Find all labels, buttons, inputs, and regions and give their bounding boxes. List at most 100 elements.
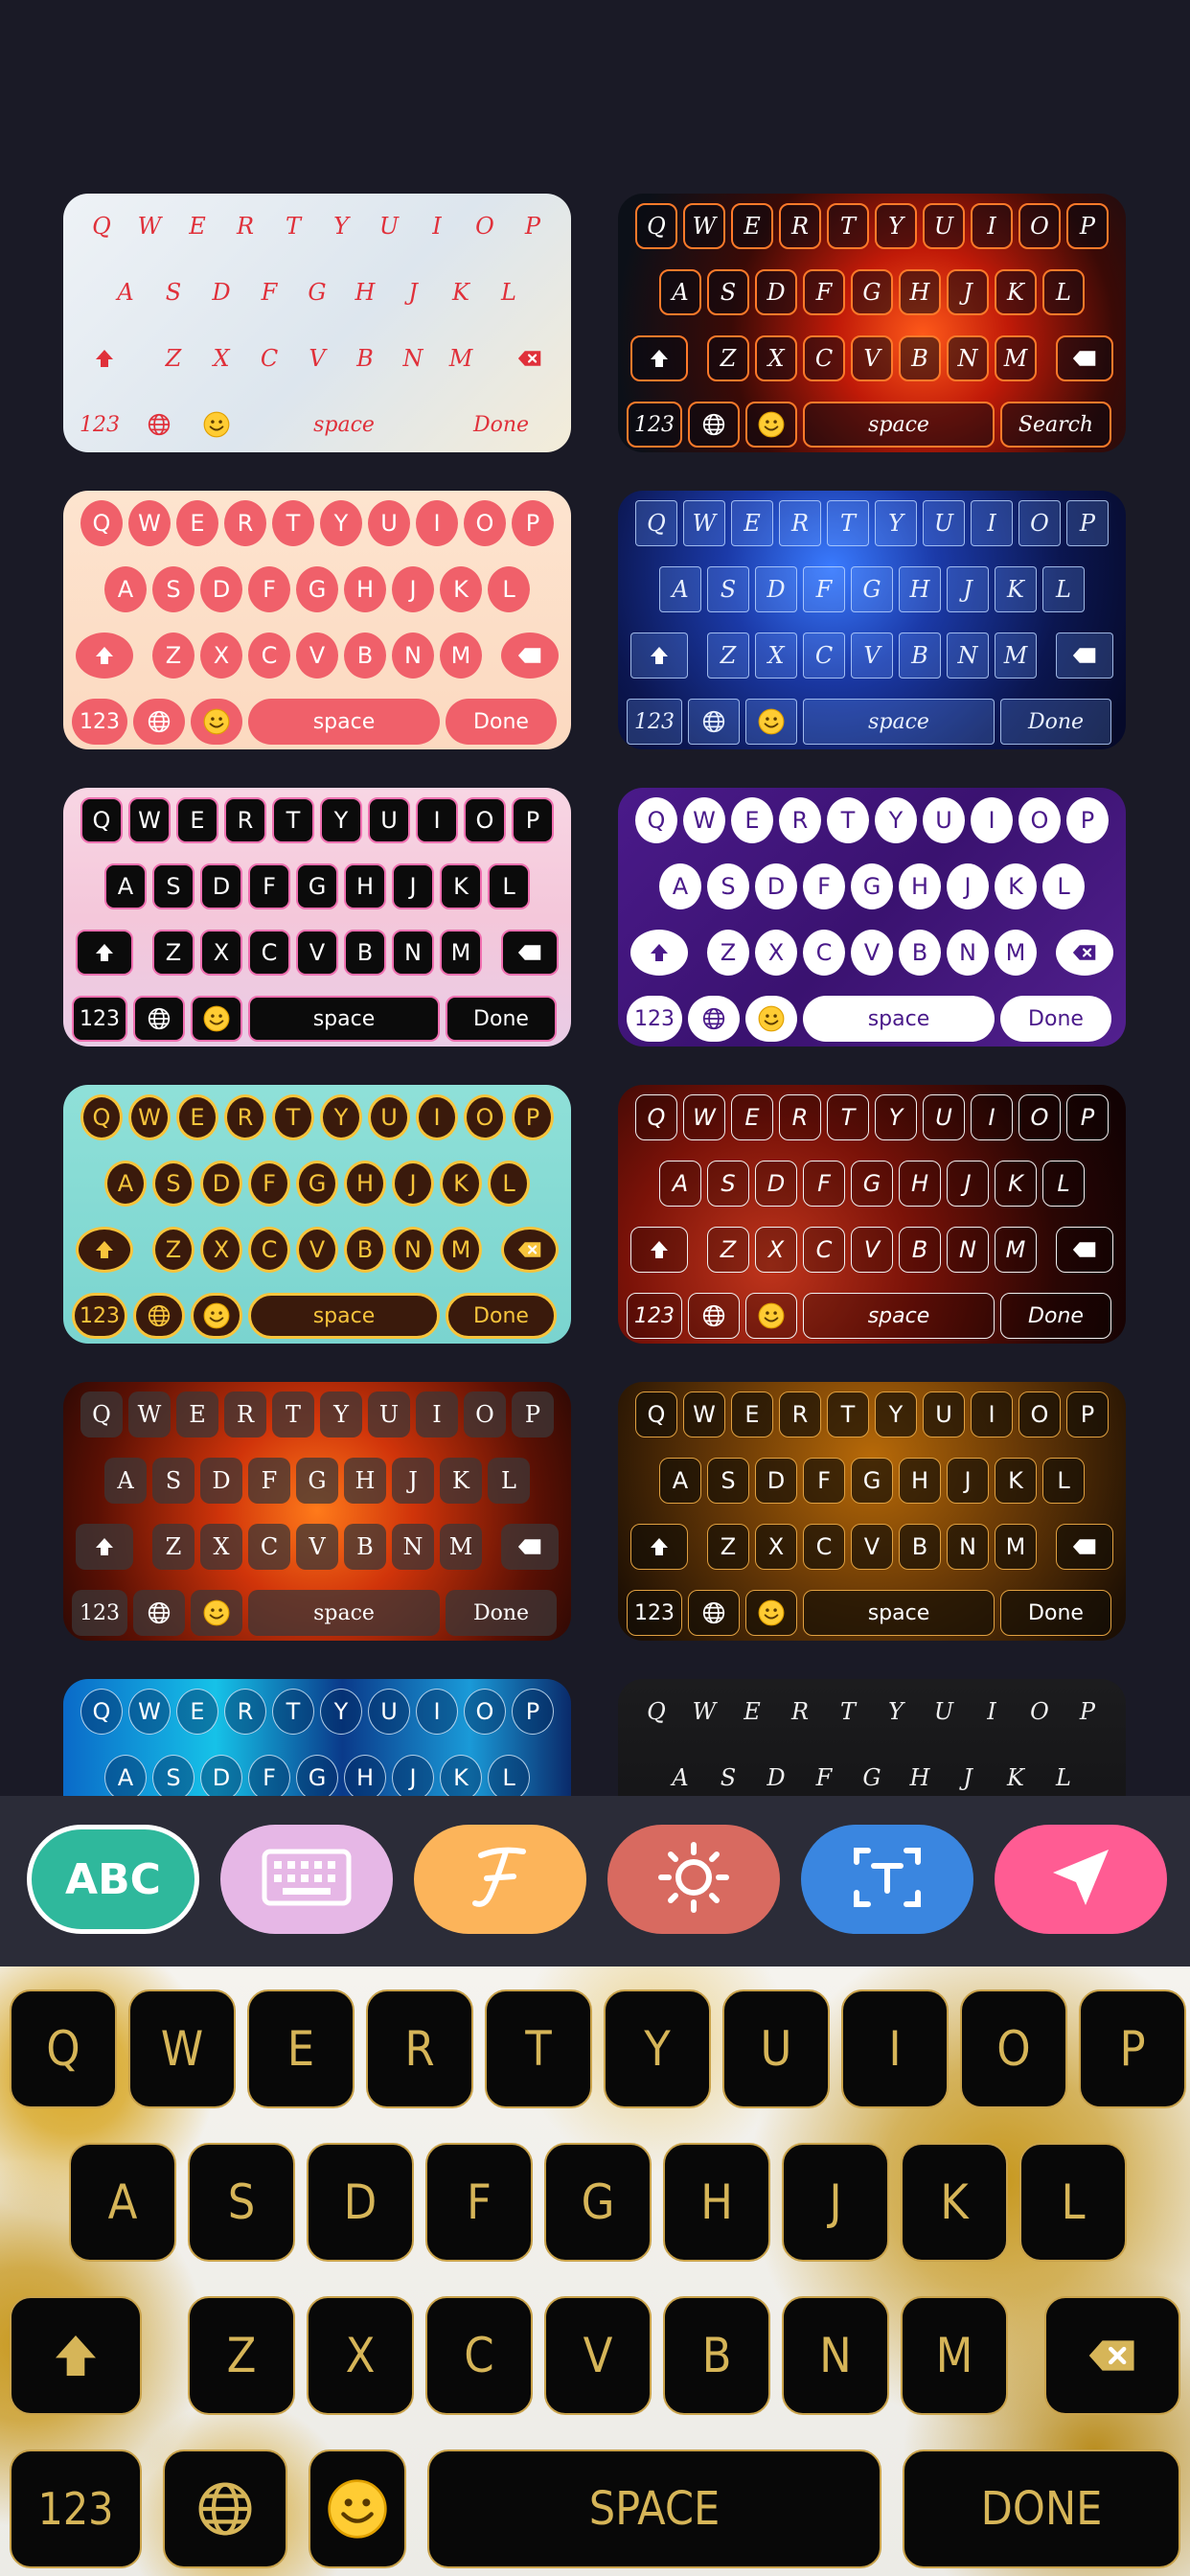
- shift-key[interactable]: [630, 930, 688, 976]
- letter-key[interactable]: T: [485, 1990, 592, 2108]
- letter-key[interactable]: Q: [635, 1689, 677, 1735]
- letter-key[interactable]: R: [779, 797, 821, 843]
- letter-key[interactable]: M: [995, 1227, 1037, 1273]
- letter-key[interactable]: S: [707, 1161, 749, 1207]
- letter-key[interactable]: F: [248, 1458, 290, 1504]
- letter-key[interactable]: T: [827, 203, 869, 249]
- letter-key[interactable]: G: [851, 1755, 893, 1796]
- abc-button[interactable]: ABC: [27, 1825, 199, 1934]
- letter-key[interactable]: I: [971, 1689, 1013, 1735]
- theme-card[interactable]: QWERTYUIOP ASDFGHJKL ZXCVBNM 123 spaceDone: [63, 194, 571, 452]
- letter-key[interactable]: O: [1018, 797, 1061, 843]
- keyboard-style-button[interactable]: [220, 1825, 393, 1934]
- letter-key[interactable]: U: [923, 1689, 965, 1735]
- letter-key[interactable]: G: [851, 566, 893, 612]
- letter-key[interactable]: O: [1018, 1392, 1061, 1438]
- letter-key[interactable]: E: [731, 1392, 773, 1438]
- letter-key[interactable]: W: [683, 1094, 725, 1140]
- letter-key[interactable]: Z: [707, 1227, 749, 1273]
- effects-button[interactable]: [607, 1825, 780, 1934]
- letter-key[interactable]: S: [188, 2143, 295, 2262]
- shift-key[interactable]: [76, 930, 133, 976]
- letter-key[interactable]: V: [296, 632, 338, 678]
- letter-key[interactable]: X: [200, 1227, 242, 1273]
- letter-key[interactable]: K: [440, 566, 482, 612]
- theme-card[interactable]: QWERTYUIOP ASDFGHJKL ZXCVBNM 123 spaceDone: [63, 788, 571, 1046]
- letter-key[interactable]: E: [731, 203, 773, 249]
- letter-key[interactable]: V: [851, 930, 893, 976]
- letter-key[interactable]: M: [995, 632, 1037, 678]
- letter-key[interactable]: Z: [707, 930, 749, 976]
- letter-key[interactable]: W: [683, 500, 725, 546]
- letter-key[interactable]: U: [368, 500, 410, 546]
- letter-key[interactable]: R: [224, 203, 266, 249]
- letter-key[interactable]: U: [368, 203, 410, 249]
- space-key[interactable]: space: [248, 402, 440, 448]
- shift-key[interactable]: [630, 335, 688, 381]
- letter-key[interactable]: T: [272, 797, 314, 843]
- letter-key[interactable]: S: [152, 1458, 195, 1504]
- letter-key[interactable]: Y: [875, 500, 917, 546]
- letter-key[interactable]: C: [248, 1524, 290, 1570]
- theme-card[interactable]: QWERTYUIOP ASDFGHJKL ZXCVBNM 123 spaceDone: [618, 491, 1126, 749]
- letter-key[interactable]: L: [488, 566, 530, 612]
- theme-card[interactable]: QWERTYUIOP ASDFGHJKL ZXCVBNM 123 spaceDone: [618, 1085, 1126, 1344]
- letter-key[interactable]: S: [152, 1755, 195, 1796]
- theme-card[interactable]: QWERTYUIOP ASDFGHJKL ZXCVBNM 123 spaceDone: [618, 788, 1126, 1046]
- letter-key[interactable]: H: [899, 269, 941, 315]
- letter-key[interactable]: Y: [320, 500, 362, 546]
- letter-key[interactable]: T: [272, 1392, 314, 1438]
- backspace-key[interactable]: [501, 1524, 559, 1570]
- letter-key[interactable]: I: [971, 500, 1013, 546]
- letter-key[interactable]: M: [440, 632, 482, 678]
- letter-key[interactable]: H: [899, 1161, 941, 1207]
- letter-key[interactable]: X: [755, 930, 797, 976]
- letter-key[interactable]: N: [392, 1227, 434, 1273]
- letter-key[interactable]: O: [960, 1990, 1067, 2108]
- letter-key[interactable]: G: [296, 1161, 338, 1207]
- emoji-key[interactable]: [191, 996, 242, 1042]
- letter-key[interactable]: W: [128, 500, 171, 546]
- letter-key[interactable]: I: [416, 1094, 458, 1140]
- letter-key[interactable]: M: [440, 930, 482, 976]
- letter-key[interactable]: K: [995, 566, 1037, 612]
- letter-key[interactable]: K: [440, 1161, 482, 1207]
- letter-key[interactable]: M: [995, 335, 1037, 381]
- letter-key[interactable]: X: [755, 632, 797, 678]
- letter-key[interactable]: H: [344, 1458, 386, 1504]
- letter-key[interactable]: E: [176, 203, 218, 249]
- letter-key[interactable]: U: [923, 500, 965, 546]
- globe-key[interactable]: [133, 996, 185, 1042]
- letter-key[interactable]: D: [307, 2143, 414, 2262]
- letter-key[interactable]: B: [344, 1227, 386, 1273]
- letter-key[interactable]: G: [851, 1458, 893, 1504]
- letter-key[interactable]: T: [272, 1689, 314, 1735]
- letter-key[interactable]: N: [392, 930, 434, 976]
- letter-key[interactable]: N: [947, 930, 989, 976]
- shift-key[interactable]: [76, 1227, 133, 1273]
- numbers-key[interactable]: 123: [627, 699, 682, 745]
- space-key[interactable]: space: [803, 699, 995, 745]
- emoji-key[interactable]: [745, 402, 797, 448]
- letter-key[interactable]: N: [392, 335, 434, 381]
- letter-key[interactable]: M: [901, 2296, 1008, 2415]
- letter-key[interactable]: G: [544, 2143, 652, 2262]
- letter-key[interactable]: V: [544, 2296, 652, 2415]
- space-key[interactable]: space: [248, 1293, 440, 1339]
- letter-key[interactable]: S: [152, 863, 195, 909]
- done-key[interactable]: Done: [1000, 699, 1111, 745]
- letter-key[interactable]: N: [947, 632, 989, 678]
- letter-key[interactable]: M: [440, 1227, 482, 1273]
- letter-key[interactable]: J: [947, 863, 989, 909]
- letter-key[interactable]: C: [248, 930, 290, 976]
- letter-key[interactable]: B: [899, 1227, 941, 1273]
- theme-card[interactable]: QWERTYUIOP ASDFGHJKL ZXCVBNM 123 spaceDone: [63, 1382, 571, 1641]
- numbers-key[interactable]: 123: [72, 1590, 127, 1636]
- letter-key[interactable]: R: [779, 203, 821, 249]
- letter-key[interactable]: Y: [320, 797, 362, 843]
- theme-card[interactable]: QWERTYUIOP ASDFGHJKL ZXCVBNM 123 spaceDone: [618, 1382, 1126, 1641]
- letter-key[interactable]: H: [344, 566, 386, 612]
- letter-key[interactable]: D: [755, 1755, 797, 1796]
- letter-key[interactable]: K: [995, 863, 1037, 909]
- letter-key[interactable]: L: [1042, 566, 1085, 612]
